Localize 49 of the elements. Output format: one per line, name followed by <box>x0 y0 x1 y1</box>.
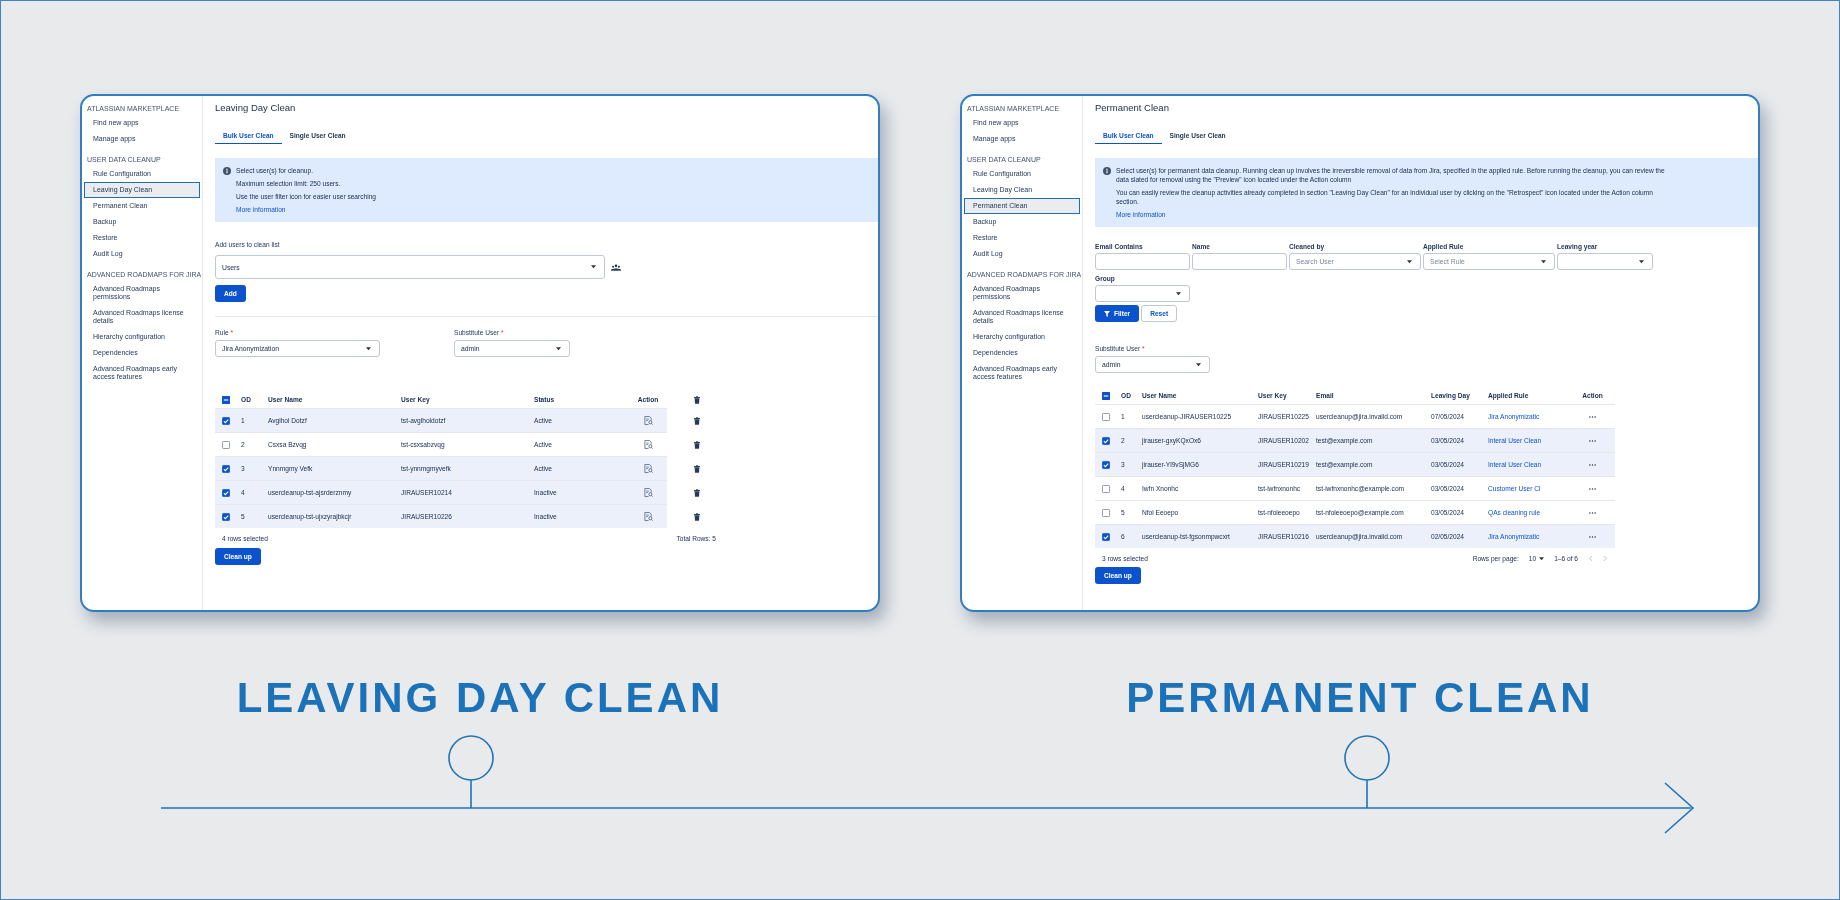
trash-icon[interactable] <box>694 464 700 473</box>
row-checkbox[interactable] <box>222 440 230 449</box>
input-field[interactable] <box>1095 253 1190 270</box>
caret-icon <box>1539 556 1545 561</box>
row-checkbox[interactable] <box>222 488 230 497</box>
caret-icon <box>1176 291 1181 296</box>
more-icon[interactable] <box>1589 415 1596 418</box>
input-field[interactable] <box>1192 253 1287 270</box>
row-checkbox[interactable] <box>1102 460 1110 469</box>
preview-icon[interactable] <box>643 416 653 425</box>
info-icon <box>223 167 231 175</box>
caret-icon <box>1196 362 1201 367</box>
section-caption: PERMANENT CLEAN <box>1126 674 1594 722</box>
more-icon[interactable] <box>1589 487 1596 490</box>
preview-icon[interactable] <box>643 464 653 473</box>
trash-icon[interactable] <box>694 416 700 425</box>
caret-icon <box>366 346 371 351</box>
select-all-checkbox[interactable] <box>222 395 230 404</box>
filter-icon <box>1104 310 1110 317</box>
caret-icon <box>591 265 596 269</box>
caret-icon <box>1407 259 1412 264</box>
more-icon[interactable] <box>1589 535 1596 538</box>
row-checkbox[interactable] <box>1102 532 1110 541</box>
trash-icon[interactable] <box>694 512 700 521</box>
row-checkbox[interactable] <box>1102 436 1110 445</box>
trash-icon[interactable] <box>694 440 700 449</box>
page-title: Leaving Day Clean <box>215 102 297 114</box>
info-icon <box>1103 167 1111 175</box>
more-icon[interactable] <box>1589 463 1596 466</box>
preview-icon[interactable] <box>643 512 653 521</box>
row-checkbox[interactable] <box>1102 484 1110 493</box>
section-caption: LEAVING DAY CLEAN <box>236 674 724 722</box>
page-title: Permanent Clean <box>1095 102 1170 114</box>
select-all-checkbox[interactable] <box>1102 391 1110 400</box>
more-icon[interactable] <box>1589 511 1596 514</box>
trash-icon[interactable] <box>694 395 700 404</box>
trash-icon[interactable] <box>694 488 700 497</box>
caret-icon <box>1639 259 1644 264</box>
caret-icon <box>556 346 561 351</box>
row-checkbox[interactable] <box>222 512 230 521</box>
caret-icon <box>1541 259 1546 264</box>
people-icon[interactable] <box>611 263 621 271</box>
row-checkbox[interactable] <box>1102 412 1110 421</box>
more-icon[interactable] <box>1589 439 1596 442</box>
row-checkbox[interactable] <box>1102 508 1110 517</box>
row-checkbox[interactable] <box>222 416 230 425</box>
preview-icon[interactable] <box>643 488 653 497</box>
preview-icon[interactable] <box>643 440 653 449</box>
row-checkbox[interactable] <box>222 464 230 473</box>
